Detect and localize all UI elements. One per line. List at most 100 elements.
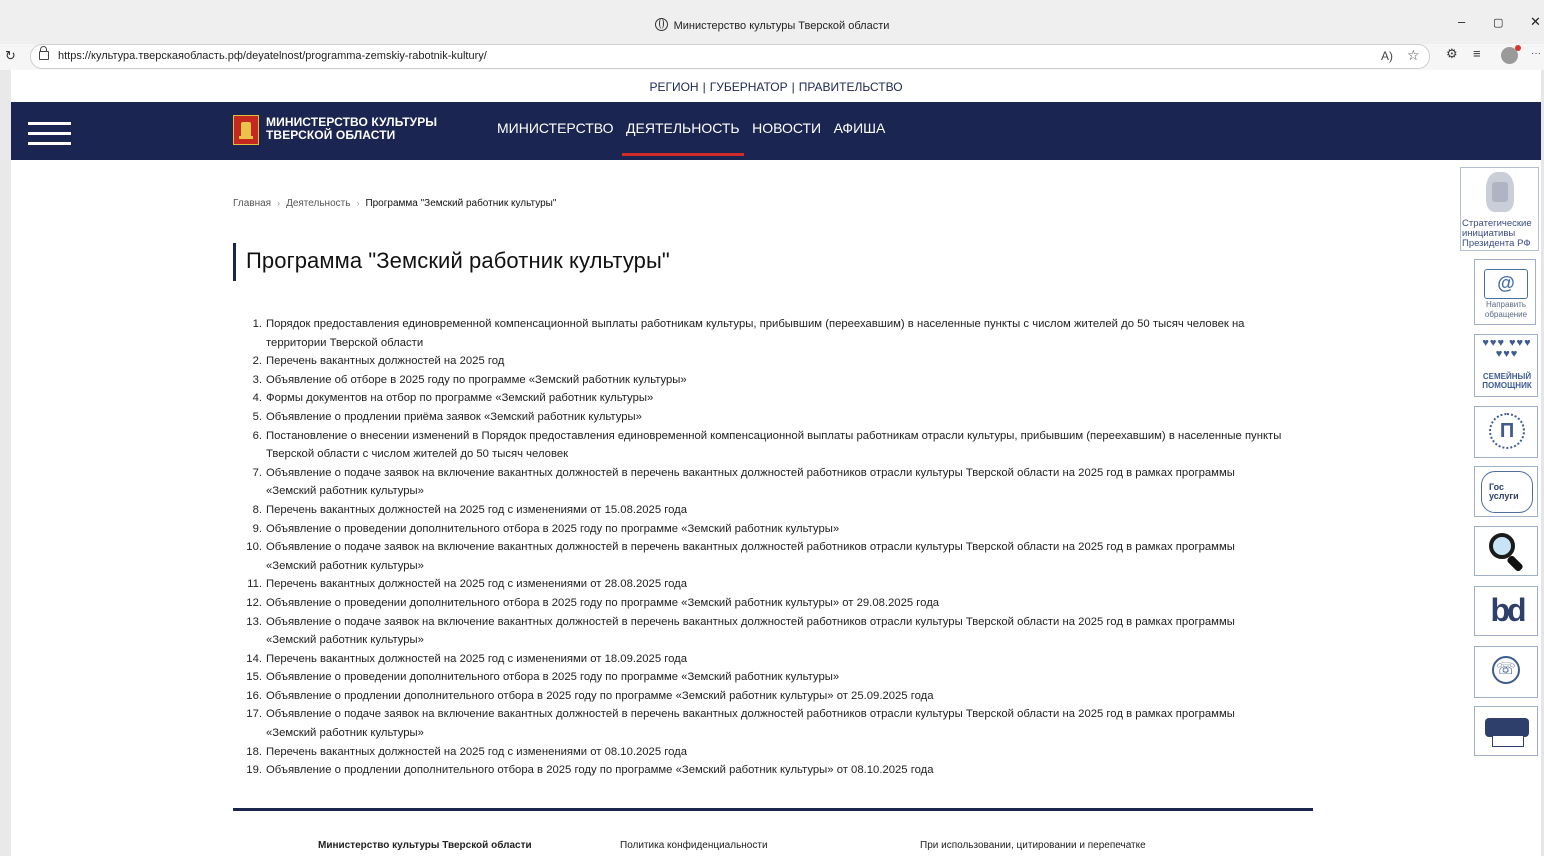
refresh-icon[interactable]: ↻ (5, 48, 16, 64)
document-number: 9. (252, 522, 262, 535)
minimize-button[interactable]: – (1458, 14, 1465, 29)
main-nav: МИНИСТЕРСТВО ДЕЯТЕЛЬНОСТЬ НОВОСТИ АФИША (497, 102, 893, 160)
magnifier-handle (1506, 554, 1524, 573)
document-number: 19. (246, 764, 262, 777)
nav-afisha[interactable]: АФИША (834, 102, 886, 154)
document-number: 18. (246, 745, 262, 758)
more-menu-icon[interactable]: ··· (1531, 48, 1541, 59)
russia-emblem-icon (1486, 172, 1514, 212)
breadcrumb-activity[interactable]: Деятельность (286, 198, 350, 209)
family-helper-label: СЕМЕЙНЫЙ ПОМОЩНИК (1482, 372, 1532, 390)
document-list-item: 8. Перечень вакантных должностей на 2025 … (253, 501, 1286, 520)
restore-button[interactable]: ▢ (1493, 16, 1503, 29)
page-title: Программа "Земский работник культуры" (246, 248, 670, 273)
document-link[interactable]: Перечень вакантных должностей на 2025 го… (266, 504, 687, 516)
hotline-phone-widget[interactable]: ☏ (1474, 646, 1538, 698)
document-list-item: 11. Перечень вакантных должностей на 2025… (247, 575, 1286, 594)
document-list-item: 12. Объявление о проведении дополнительно… (246, 594, 1286, 613)
document-number: 7. (252, 466, 262, 479)
lock-icon[interactable] (39, 46, 49, 60)
browser-title-bar: Министерство культуры Тверской области –… (0, 0, 1544, 46)
extensions-icon[interactable]: ⚙ (1446, 46, 1458, 62)
document-list-item: 15. Объявление о проведении дополнительно… (246, 668, 1286, 687)
document-number: 17. (246, 708, 262, 721)
family-helper-widget[interactable]: ♥♥♥ ♥♥♥ ♥♥♥ СЕМЕЙНЫЙ ПОМОЩНИК (1474, 334, 1538, 397)
pushkin-card-widget[interactable]: П (1474, 406, 1538, 458)
coat-of-arms-logo[interactable] (233, 115, 259, 145)
globe-icon (654, 18, 668, 31)
privacy-policy-link[interactable]: Политика конфиденциальности (620, 840, 768, 851)
url-text[interactable]: https://культура.тверскаяобласть.рф/deya… (58, 50, 487, 62)
document-link[interactable]: Объявление о подаче заявок на включение … (266, 616, 1235, 647)
document-link[interactable]: Объявление о продлении дополнительного о… (266, 764, 934, 776)
document-link[interactable]: Объявление о продлении приёма заявок «Зе… (266, 411, 642, 423)
nav-news[interactable]: НОВОСТИ (752, 102, 821, 154)
phone-icon: ☏ (1492, 656, 1520, 684)
document-number: 3. (252, 373, 262, 386)
document-link[interactable]: Объявление о проведении дополнительного … (266, 523, 839, 535)
accessibility-version-widget[interactable]: bd (1474, 586, 1538, 636)
document-link[interactable]: Перечень вакантных должностей на 2025 го… (266, 578, 687, 590)
document-number: 4. (252, 392, 262, 405)
region-links-bar: РЕГИОН | ГУБЕРНАТОР | ПРАВИТЕЛЬСТВО (11, 70, 1541, 102)
document-link[interactable]: Объявление об отборе в 2025 году по прог… (266, 374, 687, 386)
document-link[interactable]: Порядок предоставления единовременной ко… (266, 318, 1244, 349)
document-link[interactable]: Объявление о проведении дополнительного … (266, 597, 939, 609)
send-appeal-widget[interactable]: @ Направить обращение (1474, 259, 1536, 325)
read-aloud-icon[interactable]: A) (1381, 49, 1393, 63)
document-link[interactable]: Объявление о подаче заявок на включение … (266, 541, 1235, 572)
site-logo-text[interactable]: МИНИСТЕРСТВО КУЛЬТУРЫ ТВЕРСКОЙ ОБЛАСТИ (266, 116, 437, 142)
document-list-item: 3. Объявление об отборе в 2025 году по пр… (253, 371, 1286, 390)
breadcrumb: Главная › Деятельность › Программа "Земский … (233, 198, 556, 209)
document-link[interactable]: Объявление о продлении дополнительного о… (266, 690, 934, 702)
document-number: 1. (252, 318, 262, 330)
separator: | (791, 80, 795, 94)
breadcrumb-current: Программа "Земский работник культуры" (365, 198, 557, 209)
document-list-item: 1. Порядок предоставления единовременной … (253, 315, 1286, 352)
document-link[interactable]: Постановление о внесении изменений в Пор… (266, 430, 1281, 461)
web-page: РЕГИОН | ГУБЕРНАТОР | ПРАВИТЕЛЬСТВО МИНИСТЕР… (11, 70, 1541, 856)
nav-activity[interactable]: ДЕЯТЕЛЬНОСТЬ (622, 102, 744, 156)
logo-line-2: ТВЕРСКОЙ ОБЛАСТИ (266, 128, 396, 142)
document-number: 13. (246, 615, 262, 628)
document-list-item: 2. Перечень вакантных должностей на 2025 … (253, 352, 1286, 371)
document-link[interactable]: Перечень вакантных должностей на 2025 го… (266, 355, 504, 367)
document-link[interactable]: Объявление о подаче заявок на включение … (266, 467, 1235, 498)
gosuslugi-widget[interactable]: Гос услуги (1474, 466, 1538, 517)
document-link[interactable]: Перечень вакантных должностей на 2025 го… (266, 653, 687, 665)
close-button[interactable]: ✕ (1530, 14, 1541, 30)
breadcrumb-home[interactable]: Главная (233, 198, 271, 209)
window-title: Министерство культуры Тверской области (0, 18, 1544, 32)
document-list-item: 14. Перечень вакантных должностей на 2025… (246, 650, 1286, 669)
document-link[interactable]: Формы документов на отбор по программе «… (266, 392, 653, 404)
region-link[interactable]: РЕГИОН (649, 80, 698, 94)
document-list-item: 6. Постановление о внесении изменений в П… (253, 427, 1286, 464)
document-number: 15. (246, 671, 262, 684)
document-list-item: 17. Объявление о подаче заявок на включен… (246, 705, 1286, 742)
print-widget[interactable] (1474, 706, 1538, 756)
document-list-item: 7. Объявление о подаче заявок на включени… (253, 464, 1286, 501)
favorites-list-icon[interactable]: ≡ (1473, 46, 1481, 61)
site-search-widget[interactable] (1474, 526, 1538, 576)
address-field[interactable]: https://культура.тверскаяобласть.рф/deya… (30, 44, 1430, 69)
document-link[interactable]: Перечень вакантных должностей на 2025 го… (266, 746, 687, 758)
strategic-initiatives-widget[interactable]: Стратегические инициативы Президента РФ (1460, 167, 1539, 251)
nav-ministry[interactable]: МИНИСТЕРСТВО (497, 102, 614, 154)
gosuslugi-icon: Гос услуги (1481, 471, 1533, 513)
document-number: 14. (246, 652, 262, 665)
document-list-item: 4. Формы документов на отбор по программе… (253, 389, 1286, 408)
strategic-initiatives-label: Стратегические инициативы Президента РФ (1462, 218, 1532, 249)
document-list-item: 18. Перечень вакантных должностей на 2025… (246, 743, 1286, 762)
document-link[interactable]: Объявление о проведении дополнительного … (266, 671, 839, 683)
document-list-item: 19. Объявление о продлении дополнительног… (246, 761, 1286, 780)
document-link[interactable]: Объявление о подаче заявок на включение … (266, 708, 1235, 739)
hamburger-menu-icon[interactable] (28, 122, 71, 146)
pushkin-card-icon: П (1489, 413, 1525, 449)
profile-avatar[interactable] (1501, 45, 1521, 64)
footer-divider (233, 808, 1313, 811)
document-number: 5. (252, 410, 262, 423)
governor-link[interactable]: ГУБЕРНАТОР (710, 80, 788, 94)
hearts-icon: ♥♥♥ ♥♥♥ ♥♥♥ (1482, 337, 1532, 360)
government-link[interactable]: ПРАВИТЕЛЬСТВО (799, 80, 903, 94)
favorite-star-icon[interactable]: ☆ (1407, 47, 1420, 64)
